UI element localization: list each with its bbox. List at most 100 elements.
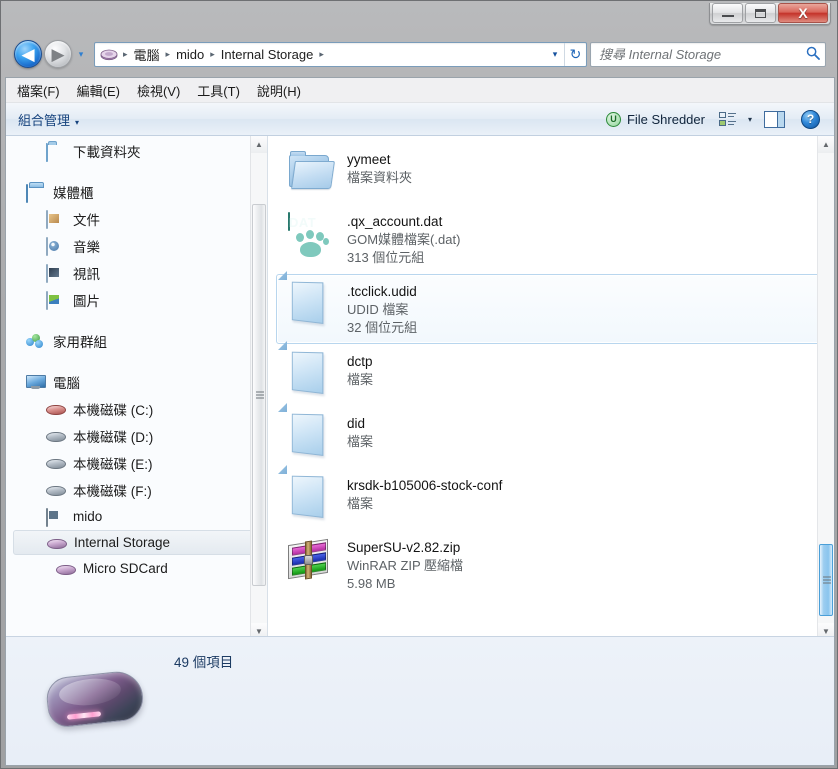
view-list-icon [718,111,736,127]
forward-arrow-icon: ▶ [51,44,65,64]
navigation-scrollbar-thumb[interactable] [252,204,266,586]
menu-help[interactable]: 說明(H) [257,79,310,102]
maximize-button[interactable] [745,3,776,23]
file-type: UDID 檔案 [347,302,409,317]
generic-file-icon [278,465,339,523]
search-input[interactable] [591,46,801,62]
menu-edit[interactable]: 編輯(E) [77,79,129,102]
search-box[interactable] [590,41,826,67]
zip-archive-icon [285,537,339,585]
breadcrumb-sep[interactable]: ▸ [316,49,327,60]
sidebar-item-6[interactable]: 家用群組 [6,327,267,354]
file-list-item[interactable]: krsdk-b105006-stock-conf 檔案 [276,465,824,530]
menu-file[interactable]: 檔案(F) [17,79,69,102]
back-arrow-icon: ◀ [21,44,35,64]
file-type: WinRAR ZIP 壓縮檔 [347,558,464,573]
preview-pane-button[interactable] [764,110,785,128]
address-bar[interactable]: ▸ 電腦 ▸ mido ▸ Internal Storage ▸ ▾ ↻ [94,41,587,67]
file-list-item[interactable]: .tcclick.udid UDID 檔案 32 個位元組 [276,271,824,344]
chevron-down-icon: ▾ [552,48,558,59]
sidebar-item-label: Micro SDCard [83,561,168,576]
sidebar-item-14[interactable]: Micro SDCard [6,555,267,582]
file-list-item[interactable]: dctp 檔案 [276,341,824,406]
help-button[interactable]: ? [801,109,820,129]
refresh-icon: ↻ [569,45,582,62]
file-list-scrollbar[interactable]: ▲ ▼ [817,136,834,640]
file-type: 檔案 [347,496,374,511]
breadcrumb-sep[interactable]: ▸ [163,49,174,60]
address-dropdown-button[interactable]: ▾ [546,49,564,60]
chevron-down-icon[interactable]: ▾ [748,115,752,124]
scroll-up-arrow-icon[interactable]: ▲ [251,136,267,153]
sidebar-item-5[interactable]: 圖片 [6,286,267,313]
sidebar-item-label: 本機磁碟 (E:) [73,456,153,472]
breadcrumb-item-internal-storage[interactable]: Internal Storage [218,45,317,64]
search-icon[interactable] [801,46,825,63]
sidebar-item-label: 本機磁碟 (D:) [73,429,154,445]
file-list-item[interactable]: yymeet 檔案資料夾 [276,142,824,204]
pictures-icon [46,290,66,310]
title-bar: X [1,1,838,35]
removable-drive-icon [56,560,76,578]
forward-button[interactable]: ▶ [44,40,72,68]
sidebar-item-label: 媒體櫃 [53,185,94,201]
menu-view[interactable]: 檢視(V) [137,79,189,102]
file-list-item[interactable]: DAT .qx_account.dat GOM媒體檔案(.dat) 313 個位元組 [276,204,824,274]
breadcrumb-item-computer[interactable]: 電腦 [131,43,163,66]
sidebar-item-10[interactable]: 本機磁碟 (E:) [6,449,267,476]
file-name: did [347,416,366,431]
content-split: 下載資料夾媒體櫃文件 音樂視訊圖片家用群組電腦本機磁碟 (C:) 本機磁碟 (D:)… [6,136,834,640]
harddisk-c-icon [46,400,66,418]
file-type: GOM媒體檔案(.dat) [347,232,461,247]
sidebar-item-label: 電腦 [53,375,80,391]
file-list-item[interactable]: did 檔案 [276,403,824,468]
file-name: .tcclick.udid [347,284,417,299]
breadcrumb-sep[interactable]: ▸ [207,49,218,60]
menu-tools[interactable]: 工具(T) [197,79,249,102]
file-type: 檔案資料夾 [347,170,413,185]
navigation-pane: 下載資料夾媒體櫃文件 音樂視訊圖片家用群組電腦本機磁碟 (C:) 本機磁碟 (D:)… [6,136,268,640]
scroll-up-arrow-icon[interactable]: ▲ [818,136,834,153]
sidebar-item-label: 本機磁碟 (F:) [73,483,152,499]
harddisk-icon [46,454,66,472]
file-list-scrollbar-thumb[interactable] [819,544,833,616]
sidebar-item-3[interactable]: 音樂 [6,232,267,259]
sidebar-item-7[interactable]: 電腦 [6,368,267,395]
removable-drive-large-icon [43,666,148,736]
sidebar-item-2[interactable]: 文件 [6,205,267,232]
organize-button[interactable]: 組合管理 ▾ [18,110,79,129]
harddisk-icon [46,481,66,499]
file-list-item[interactable]: SuperSU-v2.82.zip WinRAR ZIP 壓縮檔 5.98 MB [276,530,824,600]
sidebar-item-12[interactable]: mido [6,503,267,530]
status-item-count: 49 個項目 [174,655,234,670]
generic-file-icon [278,271,339,329]
recent-locations-button[interactable]: ▾ [74,49,88,60]
dat-file-icon: DAT [285,211,339,259]
sidebar-item-13[interactable]: Internal Storage [13,530,259,555]
file-list: yymeet 檔案資料夾 DAT .qx_account.dat GOM媒體檔案(.da… [268,136,834,600]
generic-file-icon [278,341,339,399]
change-view-button[interactable] [718,111,742,127]
minimize-button[interactable] [712,3,743,23]
file-list-pane[interactable]: yymeet 檔案資料夾 DAT .qx_account.dat GOM媒體檔案(.da… [268,136,834,640]
file-item-text: .qx_account.dat GOM媒體檔案(.dat) 313 個位元組 [339,211,460,267]
sidebar-item-8[interactable]: 本機磁碟 (C:) [6,395,267,422]
sidebar-item-11[interactable]: 本機磁碟 (F:) [6,476,267,503]
window-controls: X [709,3,831,25]
close-button[interactable]: X [778,3,828,23]
sidebar-item-9[interactable]: 本機磁碟 (D:) [6,422,267,449]
file-shredder-button[interactable]: U File Shredder [605,111,705,127]
phone-icon [46,507,66,527]
sidebar-item-4[interactable]: 視訊 [6,259,267,286]
sidebar-item-0[interactable]: 下載資料夾 [6,137,267,164]
sidebar-item-label: mido [73,509,103,524]
breadcrumb-item-mido[interactable]: mido [173,45,207,64]
maximize-icon [755,8,766,18]
refresh-button[interactable]: ↻ [564,42,586,66]
documents-icon [46,209,66,229]
file-name: dctp [347,354,373,369]
navigation-scrollbar[interactable]: ▲ ▼ [250,136,267,640]
back-button[interactable]: ◀ [14,40,42,68]
sidebar-item-label: 視訊 [73,266,100,282]
sidebar-item-1[interactable]: 媒體櫃 [6,178,267,205]
